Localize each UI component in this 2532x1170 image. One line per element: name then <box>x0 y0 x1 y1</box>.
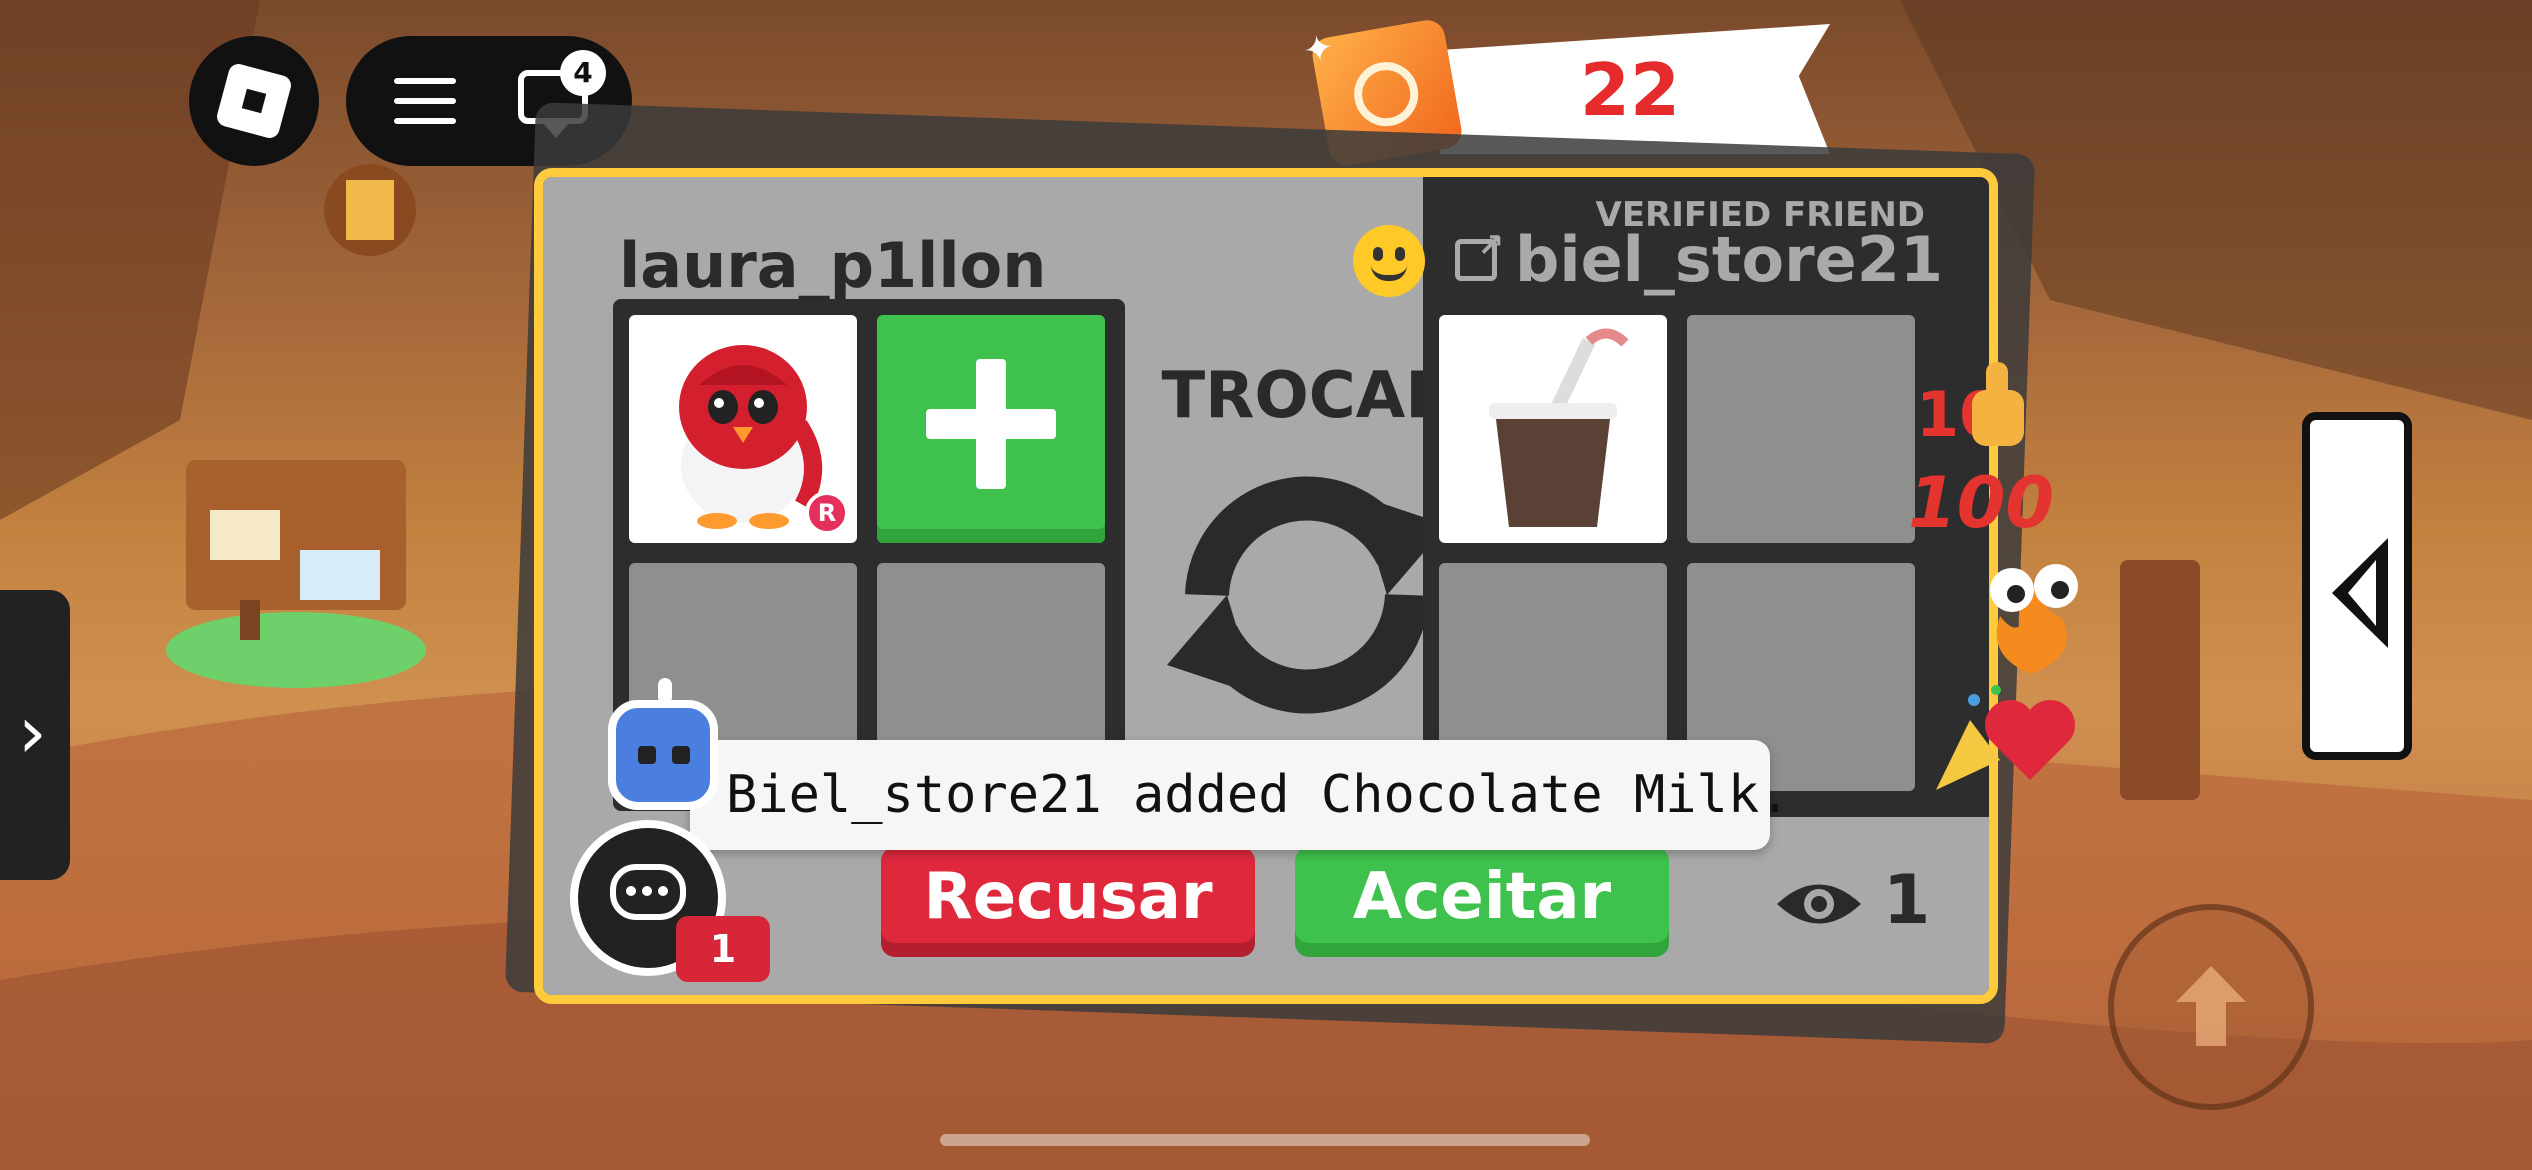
rarity-badge: R <box>805 491 849 535</box>
eyes-fire-reaction[interactable] <box>1976 556 2086 693</box>
my-item-slot-penguin[interactable]: R <box>629 315 857 543</box>
trade-panel: laura_p1llon VERIFIED FRIEND biel_store2… <box>534 168 1998 1004</box>
add-item-button[interactable] <box>877 315 1105 543</box>
chocolate-milk-icon <box>1489 328 1629 527</box>
chat-bubble-icon <box>610 864 686 920</box>
left-expand-tab[interactable]: › <box>0 590 70 880</box>
external-link-icon[interactable] <box>1455 226 1504 281</box>
hamburger-icon-line <box>394 98 456 104</box>
swap-arrows-icon <box>1167 476 1447 714</box>
thumbs-up-icon: 10 <box>1916 362 2024 451</box>
plus-icon-bar <box>926 409 1056 439</box>
hamburger-icon <box>394 78 456 84</box>
notification-message: Biel_store21 added Chocolate Milk. <box>726 765 1791 825</box>
jump-button[interactable] <box>2108 904 2314 1110</box>
accept-button[interactable]: Aceitar <box>1295 847 1669 957</box>
decline-button[interactable]: Recusar <box>881 847 1255 957</box>
chat-dots <box>626 886 636 896</box>
event-counter: 22 <box>1579 48 1681 132</box>
eyes-fire-icon <box>1990 564 2078 674</box>
partner-item-slot-empty <box>1687 315 1915 543</box>
party-heart-reaction[interactable] <box>1930 680 2090 817</box>
hundred-icon: 100 <box>1908 462 2055 544</box>
roblox-menu-button[interactable] <box>189 36 319 166</box>
chevron-right-icon: › <box>18 690 47 774</box>
trade-notification-toast: Biel_store21 added Chocolate Milk. <box>690 740 1790 850</box>
chat-unread-count: 1 <box>676 916 770 982</box>
game-scene: › 4 22 laura_p1llon VERIFIED FRIEND biel… <box>0 0 2532 1170</box>
robot-icon <box>608 678 718 810</box>
my-username: laura_p1llon <box>619 229 1047 302</box>
viewer-count: 1 <box>1883 861 1931 940</box>
party-heart-icon <box>1936 685 2075 790</box>
chat-unread-badge: 4 <box>560 50 606 96</box>
partner-username: biel_store21 <box>1515 223 1943 296</box>
hundred-reaction[interactable]: 100 <box>1908 462 2054 544</box>
smiley-emote-icon[interactable] <box>1353 225 1425 297</box>
partner-items-grid <box>1423 299 1935 811</box>
roblox-logo-icon <box>214 61 294 141</box>
hamburger-icon-line <box>394 118 456 124</box>
hamburger-menu-button[interactable] <box>366 56 486 146</box>
chevron-left-icon <box>2332 538 2388 648</box>
arrow-up-icon <box>2176 966 2246 1046</box>
right-collapse-tab[interactable] <box>2302 412 2412 760</box>
eye-icon <box>1777 884 1861 924</box>
partner-item-slot-chocolate-milk[interactable] <box>1439 315 1667 543</box>
thumbs-up-reaction[interactable]: 10 <box>1916 356 2036 473</box>
home-indicator <box>940 1134 1590 1146</box>
